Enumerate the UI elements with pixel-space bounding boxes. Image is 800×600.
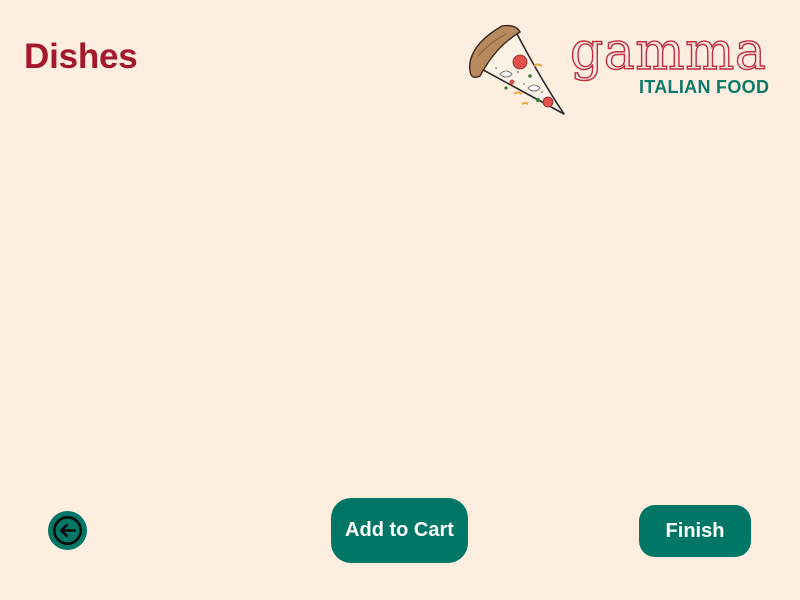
brand-subtitle: ITALIAN FOOD (639, 77, 770, 97)
pizza-slice-icon (469, 24, 565, 115)
brand-wordmark: gamma (569, 22, 767, 82)
back-button[interactable] (48, 511, 87, 550)
page-title: Dishes (24, 37, 138, 76)
brand-logo: gamma ITALIAN FOOD (466, 22, 790, 122)
arrow-left-circle-icon (53, 516, 82, 545)
add-to-cart-button[interactable]: Add to Cart (331, 498, 468, 563)
finish-button[interactable]: Finish (639, 505, 751, 557)
